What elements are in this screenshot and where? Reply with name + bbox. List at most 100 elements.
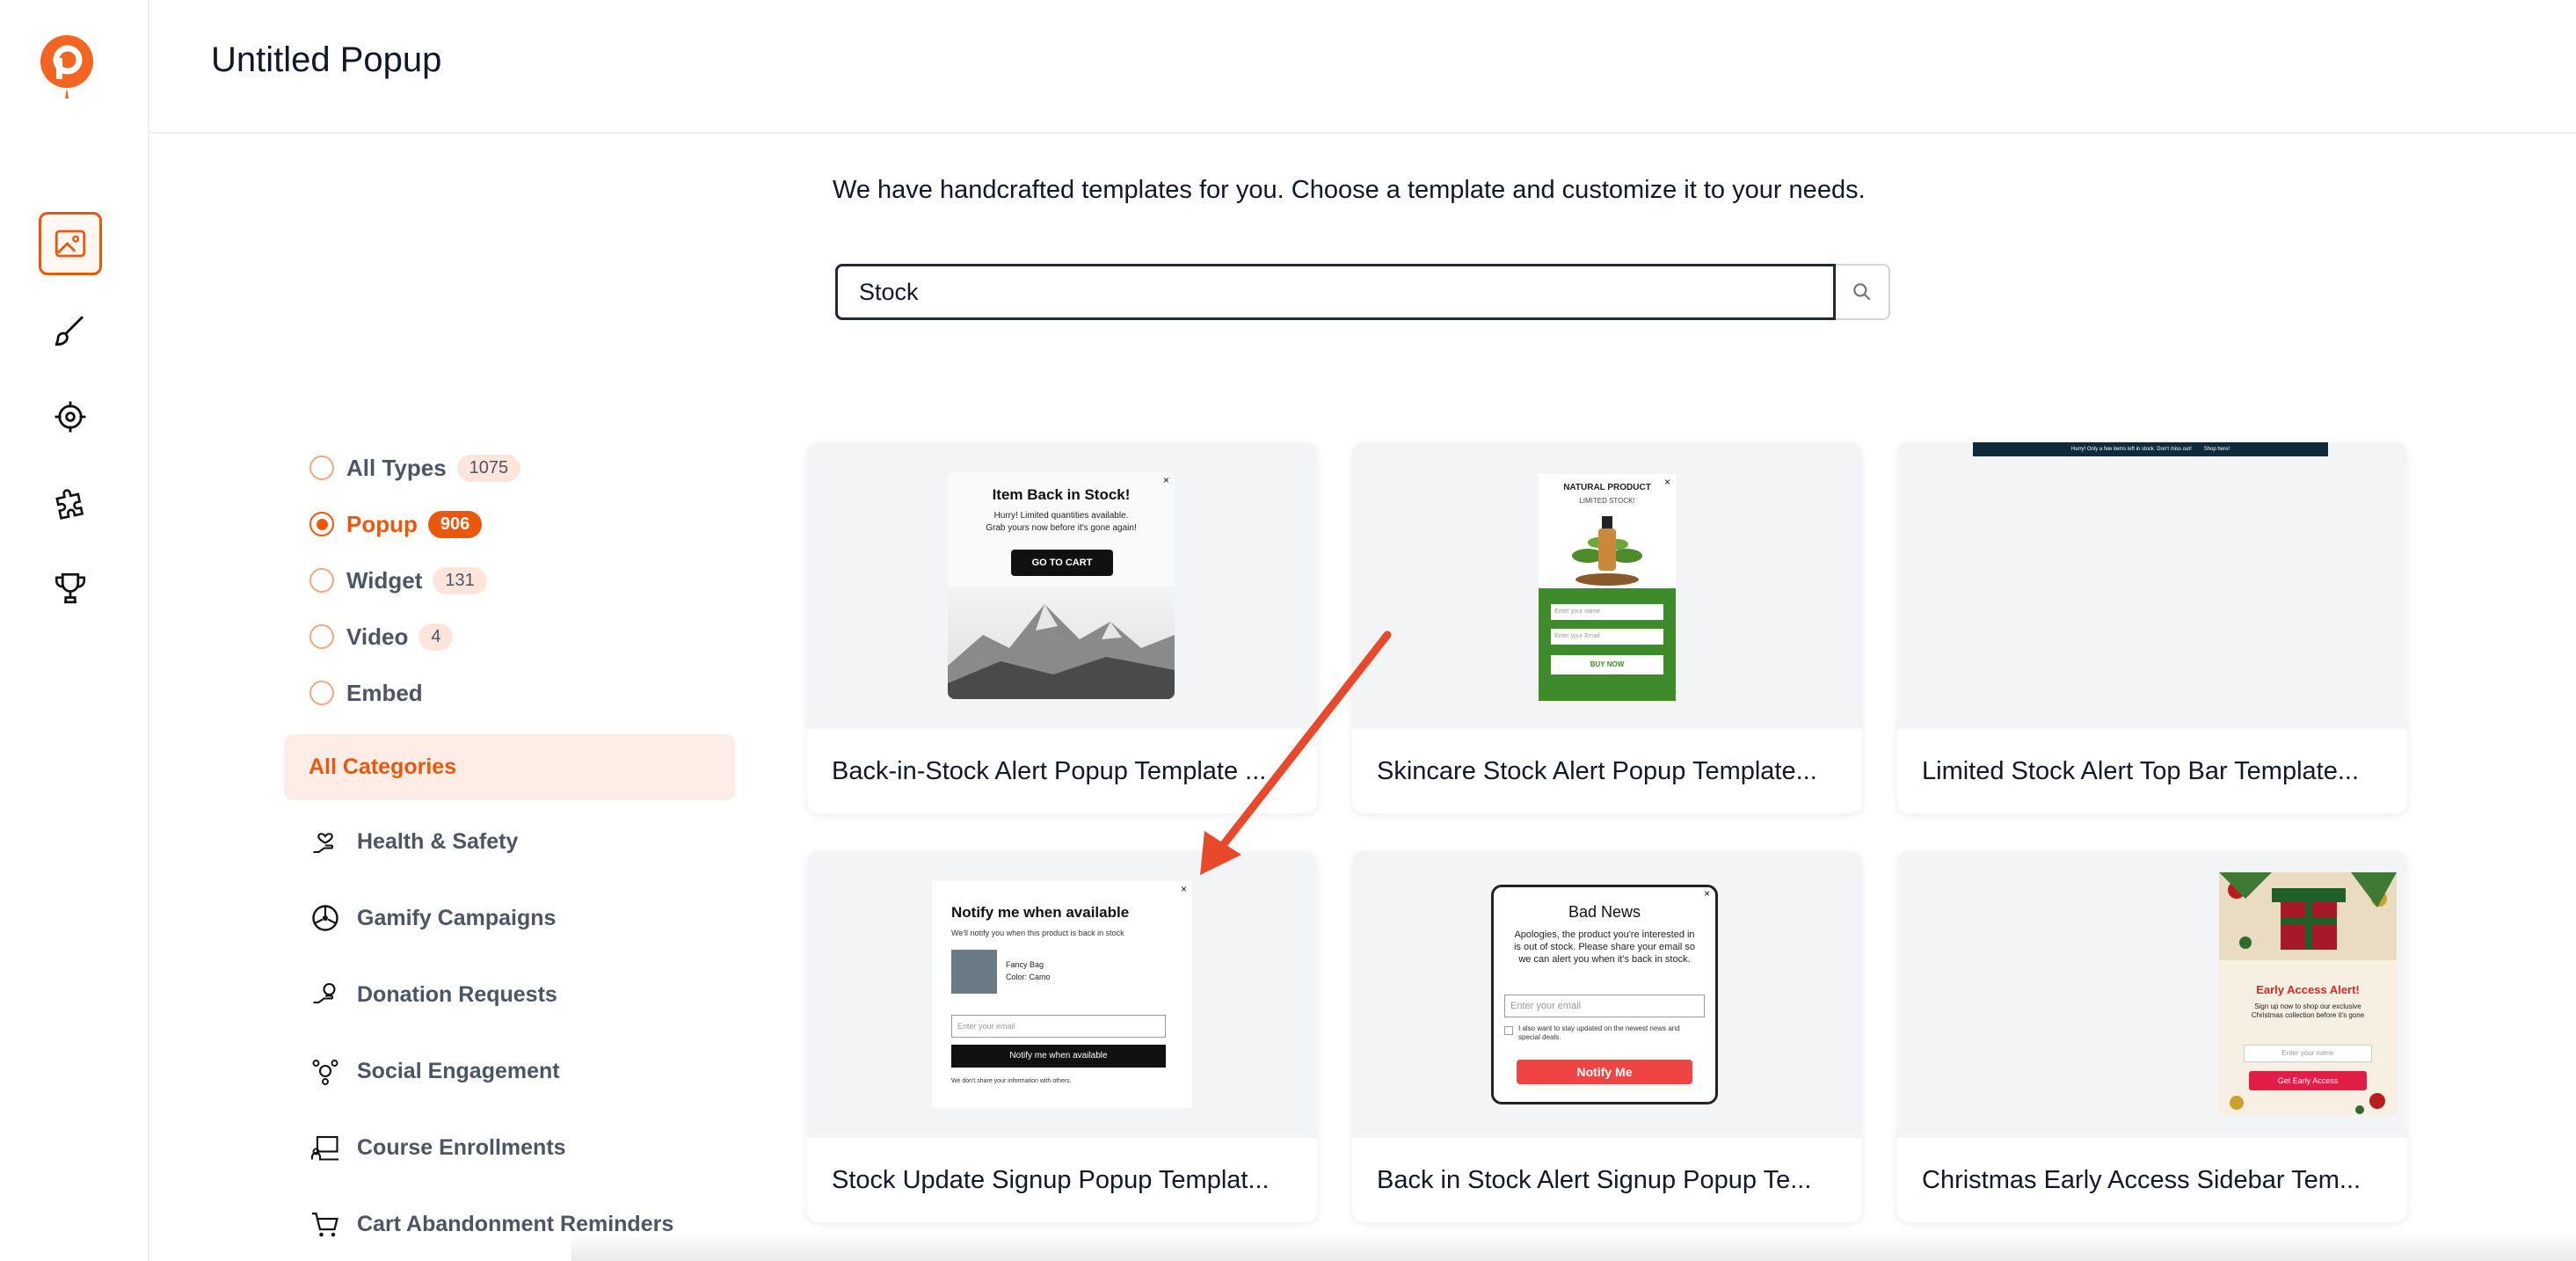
preview-text: Color: Camo: [1006, 973, 1051, 981]
preview-heading: NATURAL PRODUCT: [1563, 483, 1651, 492]
preview-text: Sign up now to shop our exclusive Christ…: [2251, 1002, 2365, 1019]
trophy-icon: [55, 572, 86, 604]
radio-button[interactable]: [309, 568, 334, 593]
category-course[interactable]: Course Enrollments: [309, 1129, 566, 1166]
type-count-badge: 131: [433, 566, 487, 594]
preview-heading: Bad News: [1568, 903, 1641, 921]
close-icon: ×: [1703, 887, 1710, 900]
type-filter-all[interactable]: All Types 1075: [309, 450, 521, 485]
radio-button[interactable]: [309, 456, 334, 480]
gift-image-icon: [2219, 872, 2397, 960]
category-health-safety[interactable]: Health & Safety: [309, 823, 518, 860]
rail-targeting-button[interactable]: [39, 385, 102, 448]
preview-button: Shop here!: [2203, 447, 2230, 452]
template-card[interactable]: × Item Back in Stock! Hurry! Limited qua…: [807, 442, 1317, 813]
type-filter-video[interactable]: Video 4: [309, 619, 454, 654]
brush-icon: [55, 316, 84, 346]
search-button[interactable]: [1836, 264, 1890, 320]
preview-popup: × Notify me when available We'll notify …: [932, 881, 1192, 1108]
radio-button[interactable]: [309, 512, 334, 536]
template-preview: × Notify me when available We'll notify …: [807, 851, 1317, 1138]
rail-design-button[interactable]: [39, 299, 102, 362]
preview-heading: Item Back in Stock!: [992, 486, 1131, 503]
template-title: Stock Update Signup Popup Templat...: [832, 1166, 1270, 1194]
template-card[interactable]: Hurry! Only a few items left in stock. D…: [1897, 442, 2407, 813]
preview-top-bar: Hurry! Only a few items left in stock. D…: [1973, 442, 2328, 456]
category-social[interactable]: Social Engagement: [309, 1053, 560, 1090]
template-preview: Hurry! Only a few items left in stock. D…: [1897, 442, 2407, 729]
preview-text: Hurry! Limited quantities available.: [993, 511, 1129, 521]
category-label: Donation Requests: [357, 981, 557, 1007]
preview-text: Apologies, the product you're interested…: [1513, 929, 1696, 965]
type-label: Video: [346, 623, 409, 650]
template-title: Back-in-Stock Alert Popup Template ...: [832, 757, 1267, 785]
preview-button: Get Early Access: [2249, 1071, 2367, 1090]
type-count-badge: 906: [427, 510, 483, 538]
category-gamify[interactable]: Gamify Campaigns: [309, 900, 556, 937]
close-icon: ×: [1162, 474, 1169, 486]
type-filter-widget[interactable]: Widget 131: [309, 563, 487, 598]
preview-input: Enter your name: [2244, 1045, 2372, 1062]
wheel-icon: [312, 905, 338, 931]
rail-templates-button[interactable]: [39, 212, 102, 275]
template-title: Christmas Early Access Sidebar Tem...: [1922, 1166, 2361, 1194]
radio-button[interactable]: [309, 681, 334, 705]
mountain-image-icon: [948, 587, 1175, 699]
all-categories-button[interactable]: All Categories: [284, 734, 735, 800]
template-title: Back in Stock Alert Signup Popup Te...: [1377, 1166, 1812, 1194]
category-label: Social Engagement: [357, 1058, 560, 1083]
radio-button[interactable]: [309, 624, 334, 649]
template-card[interactable]: × Bad News Apologies, the product you're…: [1352, 851, 1862, 1222]
preview-input: Enter your Email: [1551, 629, 1663, 645]
hand-heart-icon: [313, 833, 334, 854]
rail-goals-button[interactable]: [39, 557, 102, 620]
type-label: All Types: [346, 454, 447, 481]
template-preview: × Bad News Apologies, the product you're…: [1352, 851, 1862, 1138]
preview-text: Fancy Bag: [1006, 960, 1044, 969]
close-icon: ×: [1180, 883, 1187, 895]
template-preview: Early Access Alert! Sign up now to shop …: [1897, 851, 2407, 1138]
all-categories-label: All Categories: [309, 754, 457, 779]
category-label: Health & Safety: [357, 828, 519, 854]
category-donation[interactable]: Donation Requests: [309, 976, 557, 1013]
rail-integrations-button[interactable]: [39, 470, 102, 534]
preview-text: Grab yours now before it's gone again!: [986, 523, 1137, 533]
template-card[interactable]: Early Access Alert! Sign up now to shop …: [1897, 851, 2407, 1222]
template-preview: × Item Back in Stock! Hurry! Limited qua…: [807, 442, 1317, 729]
brand-logo-icon[interactable]: [39, 33, 95, 104]
preview-popup: × NATURAL PRODUCT LIMITED STOCK! Enter y…: [1539, 474, 1676, 701]
scroll-fade: [571, 1231, 2576, 1261]
target-icon: [55, 401, 86, 433]
type-filter-popup[interactable]: Popup 906: [309, 507, 483, 542]
ornaments-icon: [2230, 1093, 2385, 1114]
type-filter-embed[interactable]: Embed: [309, 675, 433, 711]
type-count-badge: 1075: [456, 454, 521, 482]
top-bar: Untitled Popup: [149, 0, 2576, 134]
category-label: Course Enrollments: [357, 1134, 566, 1160]
donation-icon: [313, 982, 336, 1004]
search-input[interactable]: [835, 264, 1836, 320]
preview-text: We'll notify you when this product is ba…: [951, 929, 1124, 937]
intro-text: We have handcrafted templates for you. C…: [833, 176, 1866, 204]
type-label: Widget: [346, 566, 423, 594]
page-title[interactable]: Untitled Popup: [211, 40, 441, 80]
image-icon: [55, 230, 86, 258]
template-title: Limited Stock Alert Top Bar Template...: [1922, 757, 2360, 785]
preview-text: Hurry! Only a few items left in stock. D…: [2070, 447, 2192, 452]
cart-icon: [312, 1212, 338, 1237]
category-label: Gamify Campaigns: [357, 905, 557, 930]
preview-button: Notify me when available: [951, 1045, 1166, 1068]
search-icon: [1853, 283, 1871, 301]
template-search: [835, 264, 1890, 320]
preview-text: We don't share your information with oth…: [951, 1078, 1072, 1084]
template-card[interactable]: × Notify me when available We'll notify …: [807, 851, 1317, 1222]
type-count-badge: 4: [418, 623, 454, 651]
preview-button: GO TO CART: [1011, 550, 1113, 576]
template-card[interactable]: × NATURAL PRODUCT LIMITED STOCK! Enter y…: [1352, 442, 1862, 813]
course-icon: [310, 1135, 338, 1161]
preview-popup: × Item Back in Stock! Hurry! Limited qua…: [948, 472, 1175, 699]
product-image-icon: [951, 950, 997, 994]
preview-input: Enter your email: [951, 1015, 1166, 1038]
preview-input: Enter your email: [1504, 995, 1705, 1017]
preview-button: BUY NOW: [1551, 655, 1663, 674]
